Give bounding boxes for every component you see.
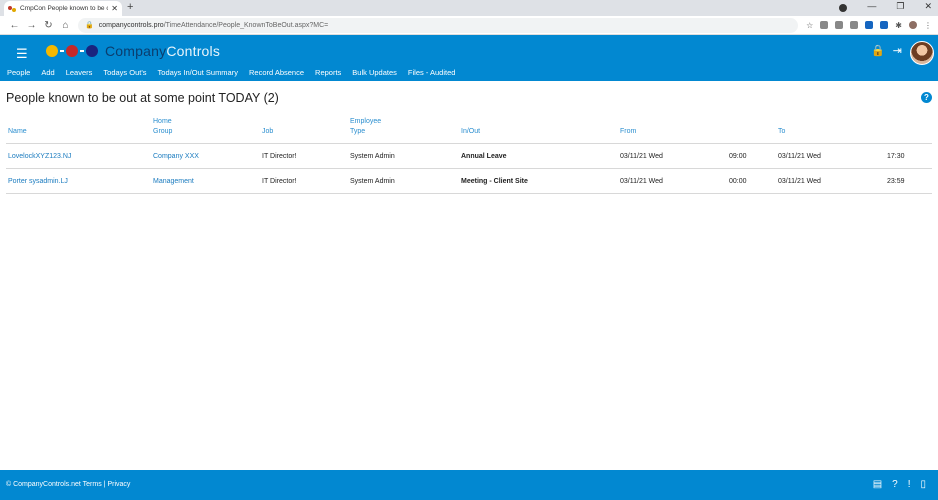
in-out-cell: Annual Leave — [461, 153, 507, 160]
new-tab-button[interactable]: + — [127, 1, 133, 13]
header-home-group[interactable]: Home Group — [153, 117, 172, 137]
row-divider — [6, 168, 932, 169]
from-time-cell: 09:00 — [729, 153, 747, 160]
header-employee-type[interactable]: Employee Type — [350, 117, 381, 137]
to-time-cell: 17:30 — [887, 153, 905, 160]
in-out-cell: Meeting - Client Site — [461, 178, 528, 185]
header-icons: 🔒 ⇥ — [871, 44, 902, 57]
browser-tab[interactable]: CmpCon People known to be out ✕ — [4, 1, 122, 16]
page-title: People known to be out at some point TOD… — [6, 91, 279, 105]
header-to[interactable]: To — [778, 127, 785, 137]
app-header: ☰ CompanyControls 🔒 ⇥ People Add Leavers… — [0, 35, 938, 81]
logo-dot-red — [66, 45, 78, 57]
extensions-area: ☆ ✱ ⋮ — [806, 21, 932, 30]
mobile-icon[interactable]: ▯ — [920, 479, 926, 490]
browser-toolbar: ← → ↻ ⌂ 🔒 companycontrols.pro /TimeAtten… — [0, 16, 938, 35]
extension-icon[interactable] — [820, 21, 829, 29]
window-controls: — ❐ ✕ — [839, 1, 932, 12]
menu-item-in-out-summary[interactable]: Todays In/Out Summary — [158, 68, 238, 77]
employee-type-cell: System Admin — [350, 153, 395, 160]
app-footer: © CompanyControls.net Terms | Privacy ▤ … — [0, 470, 938, 500]
menu-item-record-absence[interactable]: Record Absence — [249, 68, 304, 77]
menu-item-files-audited[interactable]: Files - Audited — [408, 68, 456, 77]
help-icon[interactable]: ? — [921, 92, 932, 103]
url-path: /TimeAttendance/People_KnownToBeOut.aspx… — [163, 21, 329, 29]
to-time-cell: 23:59 — [887, 178, 905, 185]
group-link[interactable]: Company XXX — [153, 153, 199, 160]
browser-tabbar: CmpCon People known to be out ✕ + — ❐ ✕ — [0, 0, 938, 16]
extension-icon[interactable] — [850, 21, 859, 29]
privacy-link[interactable]: Privacy — [107, 481, 130, 488]
lock-icon: 🔒 — [85, 22, 94, 29]
to-date-cell: 03/11/21 Wed — [778, 153, 821, 160]
kebab-menu-icon[interactable]: ⋮ — [924, 21, 932, 30]
menu-item-people[interactable]: People — [7, 68, 30, 77]
record-icon[interactable] — [839, 4, 848, 12]
from-time-cell: 00:00 — [729, 178, 747, 185]
header-job[interactable]: Job — [262, 127, 273, 137]
terms-link[interactable]: Terms — [83, 481, 102, 488]
brand-name: CompanyControls — [105, 43, 221, 59]
header-in-out[interactable]: In/Out — [461, 127, 480, 137]
lock-icon[interactable]: 🔒 — [871, 44, 885, 57]
row-divider — [6, 143, 932, 144]
group-link[interactable]: Management — [153, 178, 194, 185]
footer-icons: ▤ ? ! ▯ — [873, 479, 926, 490]
menu-item-leavers[interactable]: Leavers — [66, 68, 93, 77]
employee-type-cell: System Admin — [350, 178, 395, 185]
menu-item-bulk-updates[interactable]: Bulk Updates — [352, 68, 397, 77]
from-date-cell: 03/11/21 Wed — [620, 153, 663, 160]
reload-icon[interactable]: ↻ — [40, 20, 57, 31]
star-icon[interactable]: ☆ — [806, 21, 813, 30]
row-divider — [6, 193, 932, 194]
header-name[interactable]: Name — [8, 127, 27, 137]
footer-text: © CompanyControls.net Terms | Privacy — [6, 481, 131, 488]
to-date-cell: 03/11/21 Wed — [778, 178, 821, 185]
forward-icon[interactable]: → — [23, 20, 40, 31]
extension-icon[interactable] — [835, 21, 844, 29]
restore-icon[interactable]: ❐ — [896, 1, 904, 12]
job-cell: IT Director! — [262, 178, 297, 185]
favicon-icon — [8, 5, 16, 13]
extension-icon[interactable] — [865, 21, 874, 29]
copyright: © CompanyControls.net — [6, 481, 81, 488]
menu-item-reports[interactable]: Reports — [315, 68, 341, 77]
menu-item-add[interactable]: Add — [41, 68, 54, 77]
logout-icon[interactable]: ⇥ — [893, 44, 902, 57]
chat-icon[interactable]: ▤ — [873, 479, 882, 490]
user-avatar[interactable] — [910, 41, 934, 65]
question-icon[interactable]: ? — [892, 479, 898, 490]
tab-title: CmpCon People known to be out — [20, 5, 109, 12]
profile-avatar[interactable] — [909, 21, 917, 29]
from-date-cell: 03/11/21 Wed — [620, 178, 663, 185]
person-name-link[interactable]: LovelockXYZ123.NJ — [8, 153, 71, 160]
feedback-icon[interactable]: ! — [908, 479, 911, 490]
back-icon[interactable]: ← — [6, 20, 23, 31]
close-window-icon[interactable]: ✕ — [924, 1, 932, 12]
close-tab-icon[interactable]: ✕ — [111, 4, 118, 13]
job-cell: IT Director! — [262, 153, 297, 160]
home-icon[interactable]: ⌂ — [57, 20, 74, 31]
company-logo[interactable]: CompanyControls — [46, 43, 220, 59]
extension-icon[interactable] — [880, 21, 889, 29]
person-name-link[interactable]: Porter sysadmin.LJ — [8, 178, 68, 185]
url-host: companycontrols.pro — [98, 21, 164, 29]
minimize-icon[interactable]: — — [867, 1, 876, 12]
menu-item-todays-outs[interactable]: Todays Out's — [103, 68, 146, 77]
logo-dot-yellow — [46, 45, 58, 57]
puzzle-icon[interactable]: ✱ — [895, 21, 902, 30]
address-bar[interactable]: 🔒 companycontrols.pro /TimeAttendance/Pe… — [78, 17, 799, 33]
main-menu: People Add Leavers Todays Out's Todays I… — [0, 68, 459, 77]
hamburger-menu-icon[interactable]: ☰ — [16, 46, 28, 62]
logo-dot-navy — [86, 45, 98, 57]
header-from[interactable]: From — [620, 127, 636, 137]
